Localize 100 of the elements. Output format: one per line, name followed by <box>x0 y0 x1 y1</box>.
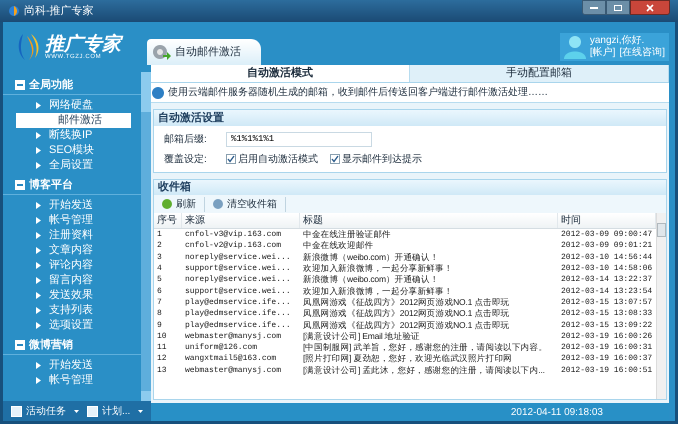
triangle-icon <box>36 147 41 154</box>
sidebar-item[interactable]: 邮件激活 <box>16 113 131 128</box>
table-cell-text: 9 <box>156 320 163 331</box>
triangle-icon <box>36 262 41 269</box>
group-header[interactable]: 博客平台 <box>29 176 73 194</box>
triangle-icon <box>36 362 41 369</box>
table-cell-text: play@edmservice.ife... <box>184 296 292 308</box>
sidebar-item[interactable]: 评论内容 <box>49 257 93 274</box>
table-cell-text: 2012-03-15 13:07:57 <box>560 296 654 308</box>
user-link[interactable]: [帐户] <box>590 47 616 59</box>
table-cell-text: 2012-03-19 16:00:31 <box>560 342 654 354</box>
group-header[interactable]: 微博营销 <box>29 336 73 354</box>
table-cell-text: [照片打印网] 夏劲恕，您好，欢迎光临武汉照片打印网 <box>302 353 513 364</box>
triangle-icon <box>36 277 41 284</box>
checkbox[interactable] <box>330 154 340 164</box>
column-header[interactable]: 标题 <box>300 213 558 228</box>
table-cell-text: 2012-03-14 13:22:37 <box>560 274 654 286</box>
sidebar-item[interactable]: 文章内容 <box>49 242 93 259</box>
sidebar-item[interactable]: 开始发送 <box>49 357 93 374</box>
table-cell-text: 2012-03-19 16:00:26 <box>560 330 654 342</box>
toolbar-button[interactable]: 清空收件箱 <box>213 196 286 212</box>
sidebar-item[interactable]: 发送效果 <box>49 287 93 304</box>
subtab[interactable]: 自动激活模式 <box>151 65 410 82</box>
table-cell-text: 13 <box>156 364 168 376</box>
table-cell-text: [满意设计公司] 孟此沐，您好，感谢您的注册，请阅读以下内... <box>302 364 546 376</box>
table-cell-text: cnfol-v3@vip.163.com <box>184 229 282 240</box>
sidebar-item[interactable]: 支持列表 <box>49 302 93 319</box>
table-cell-text: play@edmservice.ife... <box>184 308 292 320</box>
sidebar-item[interactable]: 留言内容 <box>49 272 93 289</box>
table-cell-text: 2012-03-15 13:09:22 <box>560 320 654 331</box>
table-cell-text: support@service.wei... <box>184 286 292 297</box>
table-cell-text: 11 <box>156 342 168 354</box>
checkbox-label[interactable]: 显示邮件到达提示 <box>342 152 422 166</box>
checkbox-label[interactable]: 启用自动激活模式 <box>238 152 318 166</box>
table-cell-text: 2012-03-09 09:00:47 <box>560 229 654 240</box>
triangle-icon <box>36 102 41 109</box>
close-icon <box>646 4 654 12</box>
app-logo-icon <box>8 5 20 17</box>
table-cell-text: webmaster@manysj.com <box>184 330 282 342</box>
table-cell-text: 2012-03-10 14:56:44 <box>560 252 654 263</box>
collapse-icon[interactable] <box>15 340 25 350</box>
subtab[interactable]: 手动配置邮箱 <box>410 65 669 82</box>
gear-icon <box>151 43 171 61</box>
table-cell-text: 2012-03-14 13:23:54 <box>560 286 654 297</box>
close-button[interactable] <box>630 0 670 15</box>
sidebar-item[interactable]: 选项设置 <box>49 317 93 334</box>
table-cell-text: 4 <box>156 263 163 274</box>
group-header[interactable]: 全局功能 <box>29 76 73 94</box>
input-field[interactable]: %1%1%1%1 <box>226 132 372 146</box>
sidebar-item[interactable]: 注册资料 <box>49 227 93 244</box>
table-cell-text: noreply@service.wei... <box>184 274 292 286</box>
column-header[interactable]: 来源 <box>182 213 300 228</box>
table-cell-text: 2012-03-15 13:08:33 <box>560 308 654 320</box>
caret-icon <box>74 410 79 412</box>
checkbox[interactable] <box>226 154 236 164</box>
user-link[interactable]: [在线咨询] <box>619 47 665 59</box>
sidebar-item[interactable]: 全局设置 <box>49 157 93 174</box>
table-cell-text: noreply@service.wei... <box>184 252 292 263</box>
panel-header: 自动激活设置 <box>154 110 666 126</box>
table-cell-text: 新浪微博（weibo.com）开通确认！ <box>302 252 440 263</box>
table-cell-text: webmaster@manysj.com <box>184 364 282 376</box>
table-cell-text: 中金在线欢迎邮件 <box>302 240 374 252</box>
window-title: 尚科-推广专家 <box>24 4 94 19</box>
dropdown-button[interactable]: 计划... <box>87 404 144 418</box>
table-cell-text: cnfol-v2@vip.163.com <box>184 240 282 252</box>
info-text: 使用云端邮件服务器随机生成的邮箱，收到邮件后传送回客户端进行邮件激活处理…… <box>168 86 548 100</box>
table-cell-text: 6 <box>156 286 163 297</box>
scrollbar[interactable] <box>656 213 666 399</box>
user-greeting: yangzi,你好. <box>590 35 646 46</box>
collapse-icon[interactable] <box>15 180 25 190</box>
table-cell-text: 1 <box>156 229 163 240</box>
column-header[interactable]: 序号 <box>154 213 182 228</box>
triangle-icon <box>36 322 41 329</box>
table-cell-text: 2012-03-19 16:00:51 <box>560 364 654 376</box>
table-cell-text: play@edmservice.ife... <box>184 320 292 331</box>
sidebar-item[interactable]: 开始发送 <box>49 197 93 214</box>
table-cell-text: 凤凰网游戏《征战四方》2012网页游戏NO.1 点击即玩 <box>302 296 511 308</box>
collapse-icon[interactable] <box>15 80 25 90</box>
triangle-icon <box>36 132 41 139</box>
maximize-button[interactable] <box>606 0 630 15</box>
scrollbar[interactable] <box>141 72 151 401</box>
table-cell-text: 3 <box>156 252 163 263</box>
logo-title: 推广专家 <box>45 34 121 54</box>
info-icon <box>152 86 164 98</box>
sidebar-item[interactable]: SEO模块 <box>49 142 94 159</box>
table-cell-text: wangxtmail5@163.com <box>184 353 278 364</box>
sidebar-item[interactable]: 断线换IP <box>49 127 92 144</box>
clear-icon <box>213 199 223 209</box>
sidebar-item[interactable]: 帐号管理 <box>49 372 93 389</box>
dropdown-button[interactable]: 活动任务 <box>11 404 79 418</box>
table-cell-text: 2012-03-09 09:01:21 <box>560 240 654 252</box>
triangle-icon <box>36 377 41 384</box>
triangle-icon <box>36 162 41 169</box>
sidebar-item[interactable]: 帐号管理 <box>49 212 93 229</box>
sidebar-item[interactable]: 网络硬盘 <box>49 97 93 114</box>
main-tab[interactable]: 自动邮件激活 <box>147 39 261 65</box>
table-cell-text: [满意设计公司] Email 地址验证 <box>302 330 421 342</box>
table-cell-text: 8 <box>156 308 163 320</box>
toolbar-button[interactable]: 刷新 <box>162 196 205 212</box>
minimize-button[interactable] <box>582 0 606 15</box>
